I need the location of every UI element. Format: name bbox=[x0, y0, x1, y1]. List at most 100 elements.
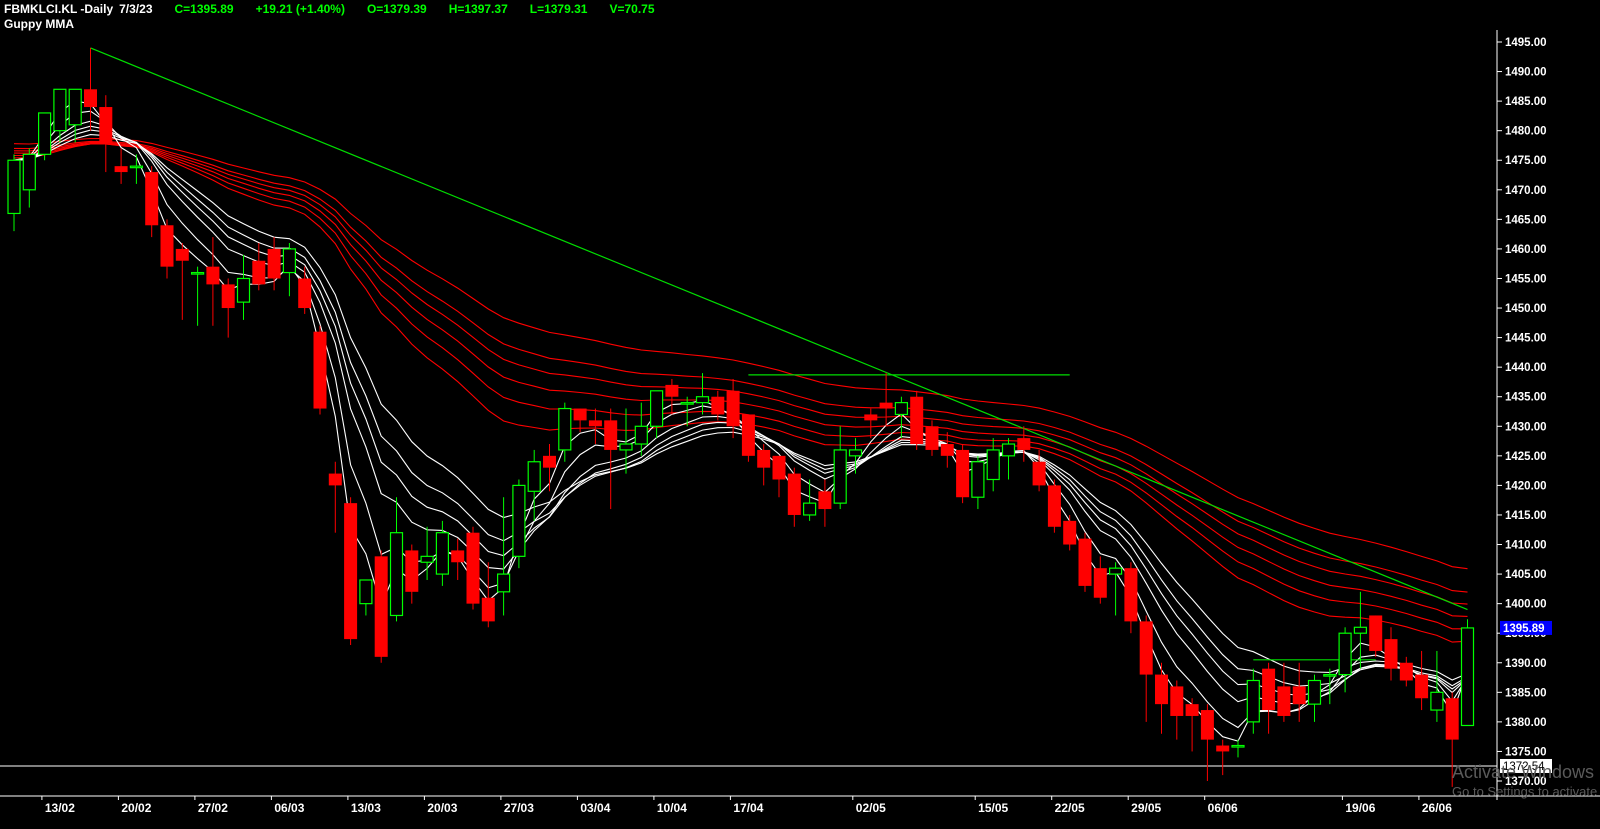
candle-body-31[interactable] bbox=[481, 597, 495, 622]
candle-body-33[interactable] bbox=[512, 484, 526, 557]
candle-body-79[interactable] bbox=[1216, 745, 1230, 752]
candle-body-88[interactable] bbox=[1353, 626, 1368, 634]
candle-body-7[interactable] bbox=[114, 166, 128, 173]
candle-body-9[interactable] bbox=[145, 172, 159, 226]
candle-body-59[interactable] bbox=[910, 396, 924, 445]
candle-body-10[interactable] bbox=[160, 225, 174, 267]
candle-body-67[interactable] bbox=[1032, 461, 1046, 486]
candle-body-81[interactable] bbox=[1246, 679, 1260, 723]
candle-body-86[interactable] bbox=[1323, 673, 1337, 677]
candle-body-73[interactable] bbox=[1124, 568, 1138, 622]
candle-body-91[interactable] bbox=[1399, 662, 1413, 681]
candle-body-24[interactable] bbox=[374, 556, 388, 657]
candle-body-18[interactable] bbox=[282, 248, 296, 274]
candle-body-83[interactable] bbox=[1277, 686, 1291, 716]
candle-body-94[interactable] bbox=[1445, 698, 1459, 740]
candle-body-43[interactable] bbox=[665, 384, 679, 397]
candle-body-58[interactable] bbox=[894, 402, 909, 416]
candle-body-39[interactable] bbox=[604, 420, 618, 450]
candle-body-21[interactable] bbox=[328, 473, 342, 486]
candle-body-69[interactable] bbox=[1063, 520, 1077, 545]
candle-body-60[interactable] bbox=[925, 426, 939, 450]
candle-body-54[interactable] bbox=[833, 449, 847, 504]
candle-body-70[interactable] bbox=[1078, 538, 1092, 586]
candle-body-50[interactable] bbox=[772, 455, 786, 480]
candle-body-64[interactable] bbox=[986, 449, 1000, 481]
candle-body-22[interactable] bbox=[344, 503, 358, 640]
candle-body-78[interactable] bbox=[1200, 710, 1214, 740]
candle-body-52[interactable] bbox=[802, 502, 817, 516]
candle-body-34[interactable] bbox=[527, 461, 541, 492]
candle-body-30[interactable] bbox=[466, 532, 480, 604]
candle-body-16[interactable] bbox=[252, 260, 266, 285]
candle-body-66[interactable] bbox=[1017, 438, 1031, 450]
candle-body-46[interactable] bbox=[711, 396, 725, 415]
candle-body-1[interactable] bbox=[22, 153, 36, 191]
candle-body-4[interactable] bbox=[68, 88, 82, 126]
candle-body-72[interactable] bbox=[1108, 567, 1123, 575]
candle-body-11[interactable] bbox=[175, 248, 189, 261]
candle-body-77[interactable] bbox=[1185, 704, 1199, 716]
candle-body-42[interactable] bbox=[649, 390, 664, 427]
candle-body-63[interactable] bbox=[971, 461, 985, 498]
candle-body-44[interactable] bbox=[680, 402, 694, 405]
candle-body-13[interactable] bbox=[206, 266, 220, 285]
candle-body-45[interactable] bbox=[695, 396, 710, 404]
candle-body-15[interactable] bbox=[236, 277, 251, 303]
candle-body-8[interactable] bbox=[129, 165, 143, 169]
candle-body-17[interactable] bbox=[267, 248, 281, 279]
candle-body-89[interactable] bbox=[1369, 615, 1383, 651]
candle-body-65[interactable] bbox=[1001, 443, 1016, 457]
candle-body-3[interactable] bbox=[53, 88, 67, 132]
candle-body-12[interactable] bbox=[191, 271, 205, 275]
candle-body-85[interactable] bbox=[1307, 679, 1322, 705]
candle-body-68[interactable] bbox=[1047, 485, 1061, 527]
candle-body-74[interactable] bbox=[1139, 621, 1153, 675]
candle-body-90[interactable] bbox=[1384, 639, 1398, 669]
candle-body-95[interactable] bbox=[1460, 627, 1475, 727]
candle-body-25[interactable] bbox=[389, 532, 404, 617]
candle-body-36[interactable] bbox=[558, 407, 572, 451]
candle-body-75[interactable] bbox=[1155, 674, 1168, 705]
candle-body-62[interactable] bbox=[956, 449, 970, 498]
candle-body-26[interactable] bbox=[405, 550, 419, 592]
candle-body-5[interactable] bbox=[84, 89, 97, 108]
candlestick-group[interactable] bbox=[7, 47, 1475, 787]
candle-body-53[interactable] bbox=[818, 491, 832, 510]
candle-body-56[interactable] bbox=[864, 414, 878, 421]
candle-body-38[interactable] bbox=[588, 420, 602, 427]
candle-body-49[interactable] bbox=[757, 449, 771, 468]
candle-body-2[interactable] bbox=[37, 112, 52, 155]
candle-body-14[interactable] bbox=[221, 284, 235, 309]
candle-body-29[interactable] bbox=[451, 550, 465, 563]
candle-body-84[interactable] bbox=[1292, 686, 1306, 705]
candle-body-37[interactable] bbox=[573, 408, 587, 421]
candle-body-55[interactable] bbox=[848, 449, 863, 457]
candle-body-19[interactable] bbox=[298, 278, 312, 309]
candle-body-35[interactable] bbox=[543, 455, 556, 468]
candle-body-57[interactable] bbox=[879, 402, 893, 409]
candle-body-40[interactable] bbox=[619, 443, 633, 451]
candle-body-51[interactable] bbox=[787, 473, 801, 515]
candle-body-82[interactable] bbox=[1262, 668, 1276, 711]
candle-body-20[interactable] bbox=[313, 331, 327, 409]
trendline-1[interactable] bbox=[90, 47, 1468, 611]
candle-body-80[interactable] bbox=[1231, 744, 1245, 748]
candle-body-61[interactable] bbox=[940, 444, 954, 456]
candle-body-6[interactable] bbox=[99, 107, 113, 143]
candle-body-92[interactable] bbox=[1415, 674, 1429, 699]
candle-body-76[interactable] bbox=[1170, 686, 1184, 716]
y-tick-label-23: 1380.00 bbox=[1505, 717, 1547, 729]
candle-body-48[interactable] bbox=[741, 414, 755, 456]
candle-body-27[interactable] bbox=[420, 555, 434, 563]
candle-body-0[interactable] bbox=[7, 159, 21, 215]
candle-body-32[interactable] bbox=[497, 573, 511, 593]
trendline-group[interactable] bbox=[90, 47, 1468, 661]
candle-body-23[interactable] bbox=[359, 579, 373, 605]
candle-body-41[interactable] bbox=[634, 425, 648, 445]
candle-body-47[interactable] bbox=[726, 390, 740, 427]
candle-body-71[interactable] bbox=[1093, 568, 1107, 598]
candle-body-93[interactable] bbox=[1430, 691, 1444, 711]
candle-body-28[interactable] bbox=[435, 532, 449, 575]
candle-body-87[interactable] bbox=[1338, 632, 1352, 676]
